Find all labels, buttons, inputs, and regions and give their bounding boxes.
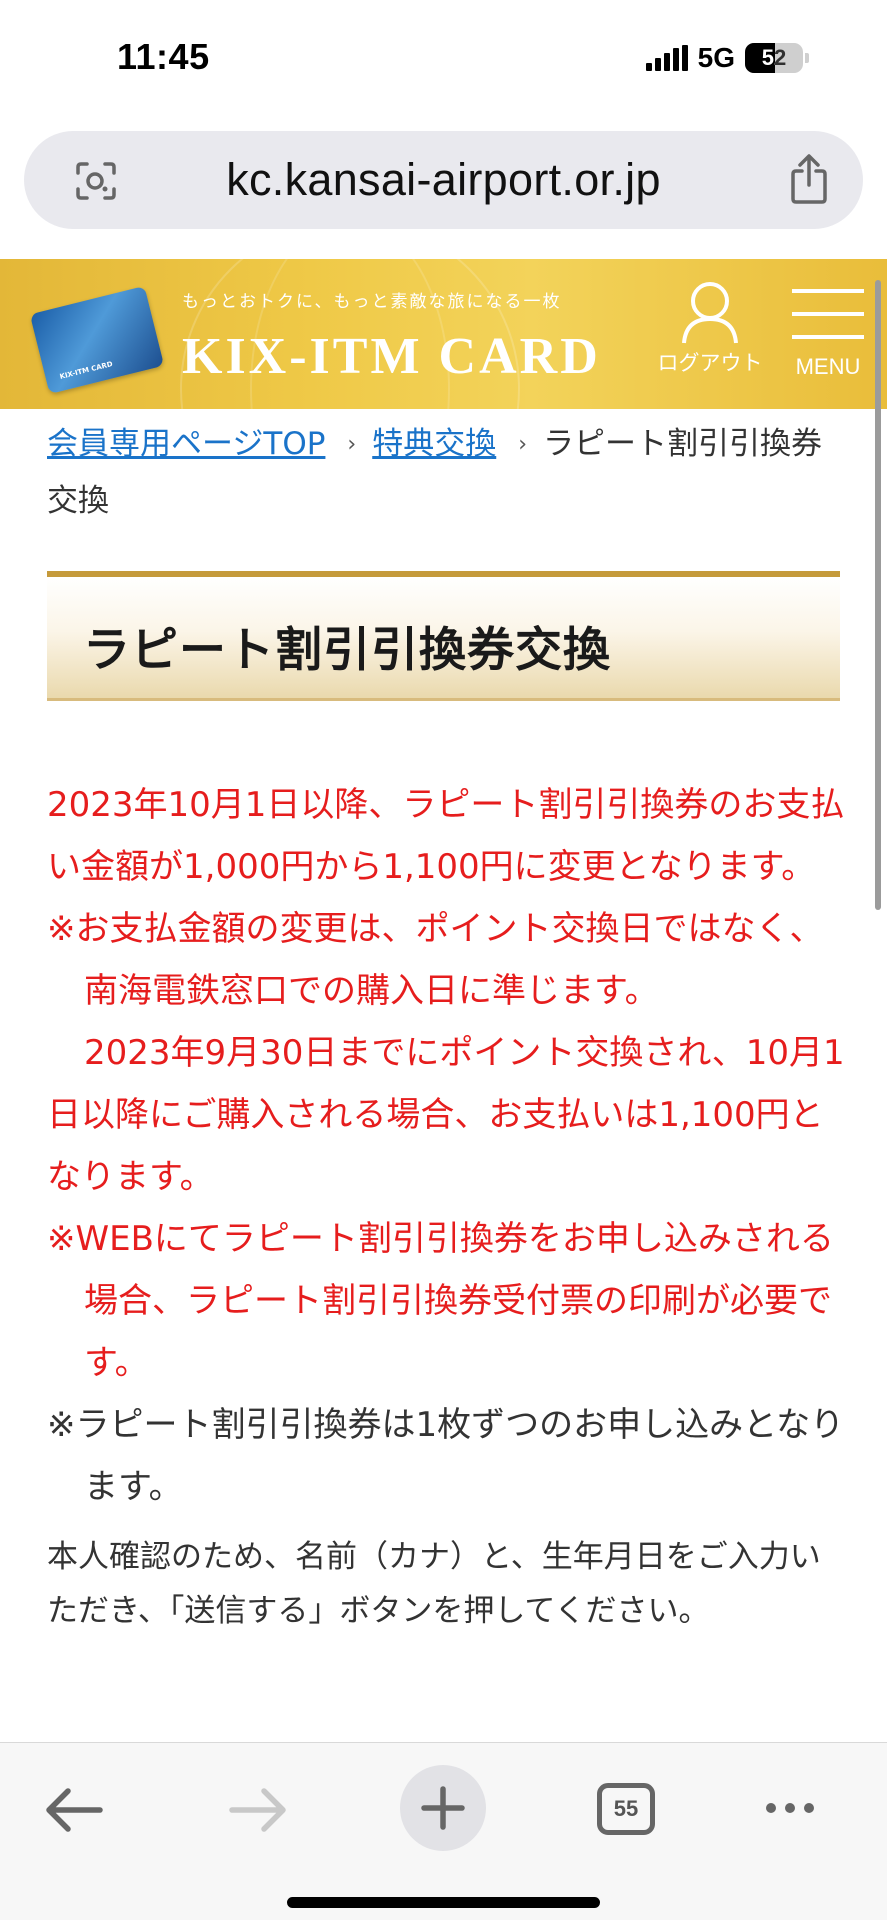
site-header: KIX-ITM CARD もっとおトクに、もっと素敵な旅になる一枚 KIX-IT… bbox=[0, 259, 887, 409]
back-arrow-icon[interactable] bbox=[44, 1785, 104, 1835]
menu-button[interactable]: MENU bbox=[788, 289, 868, 380]
new-tab-button[interactable] bbox=[400, 1765, 486, 1851]
hamburger-icon bbox=[788, 289, 868, 339]
page-title: ラピート割引引換券交換 bbox=[83, 623, 611, 678]
network-type: 5G bbox=[697, 42, 735, 73]
battery-level: 52 bbox=[761, 45, 787, 70]
status-indicators: 5G 52 bbox=[645, 42, 809, 74]
print-required-note: ※WEBにてラピート割引引換券をお申し込みされる場合、ラピート割引引換券受付票の… bbox=[47, 1219, 834, 1383]
menu-label: MENU bbox=[795, 354, 861, 379]
breadcrumb-link-top[interactable]: 会員専用ページTOP bbox=[47, 426, 325, 462]
address-bar[interactable]: kc.kansai-airport.or.jp bbox=[24, 131, 863, 229]
identity-instruction: 本人確認のため、名前（カナ）と、生年月日をご入力いただき、「送信する」ボタンを押… bbox=[47, 1539, 821, 1629]
breadcrumb-separator: › bbox=[518, 432, 528, 457]
one-per-application-note: ※ラピート割引引換券は1枚ずつのお申し込みとなります。 bbox=[47, 1405, 845, 1507]
card-logo-text: KIX-ITM CARD bbox=[58, 360, 114, 381]
browser-toolbar: 55 bbox=[0, 1742, 887, 1920]
payment-date-note: ※お支払金額の変更は、ポイント交換日ではなく、南海電鉄窓口での購入日に準じます。 bbox=[47, 909, 824, 1011]
breadcrumb-separator: › bbox=[347, 432, 357, 457]
logout-button[interactable]: ログアウト bbox=[650, 279, 770, 377]
battery-icon: 52 bbox=[745, 43, 809, 73]
breadcrumb: 会員専用ページTOP › 特典交換 › ラピート割引引換券交換 bbox=[47, 416, 847, 529]
brand-logo[interactable]: KIX-ITM CARD bbox=[182, 327, 601, 386]
status-time: 11:45 bbox=[117, 36, 210, 77]
home-indicator bbox=[287, 1897, 600, 1908]
share-icon[interactable] bbox=[787, 153, 831, 205]
plus-icon bbox=[421, 1786, 465, 1830]
camera-search-icon[interactable] bbox=[74, 161, 118, 201]
notice-content: 2023年10月1日以降、ラピート割引引換券のお支払い金額が1,000円から1,… bbox=[47, 774, 847, 1638]
signal-icon bbox=[645, 45, 688, 71]
breadcrumb-link-benefits[interactable]: 特典交換 bbox=[372, 426, 496, 462]
card-logo[interactable]: KIX-ITM CARD bbox=[29, 285, 165, 395]
scrollbar[interactable] bbox=[875, 280, 881, 910]
header-tagline: もっとおトクに、もっと素敵な旅になる一枚 bbox=[182, 292, 562, 312]
more-options-icon[interactable] bbox=[766, 1803, 814, 1813]
payment-date-note-text: 2023年9月30日までにポイント交換され、10月1日以降にご購入される場合、お… bbox=[47, 1033, 845, 1197]
logout-label: ログアウト bbox=[657, 351, 763, 375]
forward-arrow-icon[interactable] bbox=[228, 1785, 288, 1835]
status-bar: 11:45 5G 52 bbox=[0, 0, 887, 120]
payment-date-note-continued: 2023年9月30日までにポイント交換され、10月1日以降にご購入される場合、お… bbox=[47, 1022, 847, 1208]
url-text: kc.kansai-airport.or.jp bbox=[226, 154, 661, 205]
tab-switcher-button[interactable]: 55 bbox=[597, 1783, 655, 1835]
price-change-notice: 2023年10月1日以降、ラピート割引引換券のお支払い金額が1,000円から1,… bbox=[47, 785, 845, 887]
page-title-box: ラピート割引引換券交換 bbox=[47, 571, 840, 701]
user-icon bbox=[682, 282, 738, 344]
